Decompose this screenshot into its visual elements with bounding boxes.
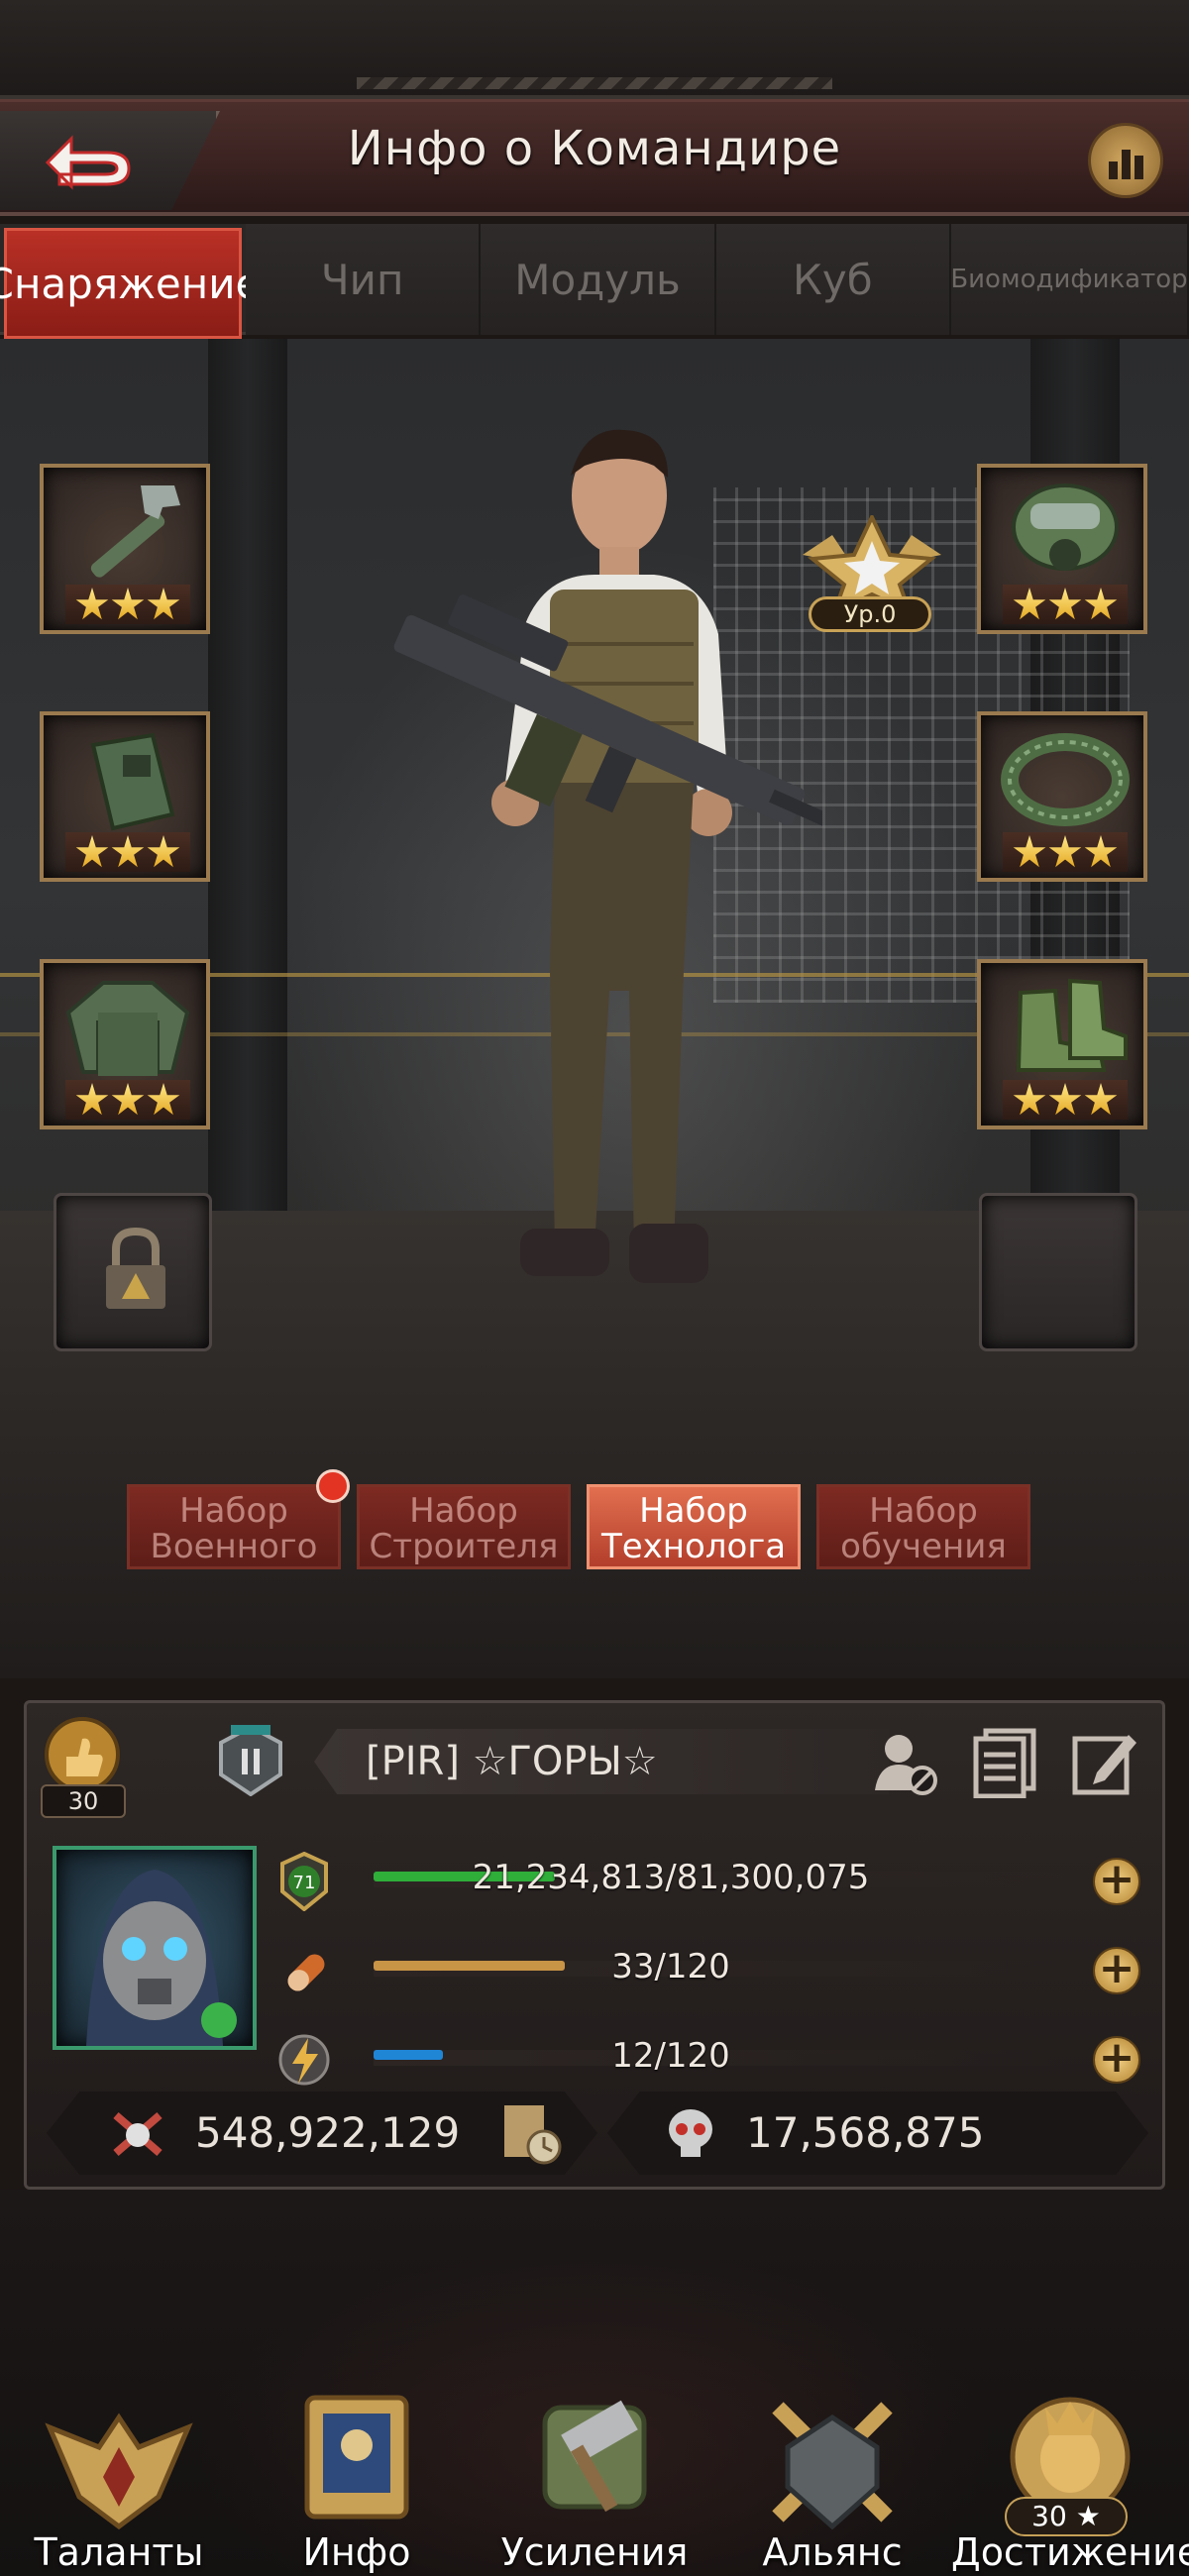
set-label-line1: Набор	[179, 1491, 288, 1531]
stamina-row: 33/120 +	[274, 1941, 1140, 1996]
alliance-rank-icon[interactable]	[215, 1725, 286, 1796]
tab-chip[interactable]: Чип	[246, 224, 482, 335]
rank-level-label: Ур.0	[809, 596, 931, 632]
star-rating	[1003, 832, 1128, 872]
power-value: 548,922,129	[195, 2108, 461, 2157]
talents-eagle-icon	[45, 2413, 193, 2530]
set-label-line2: обучения	[840, 1527, 1007, 1566]
nav-alliance[interactable]: Альянс	[713, 2388, 951, 2576]
avatar[interactable]	[53, 1846, 257, 2050]
crossed-swords-icon	[772, 2402, 893, 2530]
tab-equipment[interactable]: Снаряжение	[0, 228, 261, 339]
kills-value: 17,568,875	[746, 2108, 985, 2157]
page-title: Инфо о Командире	[347, 121, 842, 176]
experience-row: 71 21,234,813/81,300,075 +	[274, 1852, 1140, 1911]
bar-chart-icon[interactable]	[1088, 123, 1163, 198]
set-label-line1: Набор	[869, 1491, 978, 1531]
player-name: [PIR] ☆ГОРЫ☆	[314, 1729, 889, 1794]
set-label-line1: Набор	[409, 1491, 518, 1531]
hammer-icon	[542, 2400, 647, 2513]
set-label-line2: Военного	[150, 1527, 318, 1566]
set-training[interactable]: Набор обучения	[816, 1484, 1030, 1569]
jacket-icon	[65, 981, 190, 1076]
nav-achievement[interactable]: Достижение	[951, 2388, 1189, 2576]
energy-value: 12/120	[611, 2036, 730, 2076]
tab-cube[interactable]: Куб	[715, 224, 951, 335]
wrench-icon	[90, 485, 180, 578]
stamina-pill-icon	[287, 1954, 325, 1991]
robot-avatar-icon	[86, 1870, 237, 2046]
hero-level-badge-icon: 71	[280, 1852, 328, 1911]
player-level: 30	[41, 1784, 126, 1818]
gas-mask-icon	[1012, 483, 1119, 571]
commander-info-panel: 30 [PIR] ☆ГОРЫ☆ 71 21,234,813/81,300,075…	[24, 1700, 1165, 2190]
info-shield-icon	[304, 2395, 409, 2520]
add-stamina-button[interactable]: +	[1093, 1947, 1140, 1994]
log-list-icon[interactable]	[970, 1727, 1041, 1798]
star-rating	[65, 585, 190, 624]
hero-level: 71	[293, 1873, 316, 1893]
star-rating	[65, 832, 190, 872]
nav-talents[interactable]: Таланты	[0, 2388, 238, 2576]
add-energy-button[interactable]: +	[1093, 2036, 1140, 2084]
ring-icon	[1001, 733, 1130, 826]
lock-icon	[106, 1227, 165, 1309]
rank-badge[interactable]: Ур.0	[793, 512, 951, 634]
equip-slot-armor[interactable]	[40, 711, 210, 882]
nav-label: Усиления	[500, 2530, 689, 2574]
tab-bar: Снаряжение Чип Модуль Куб Биомодификатор	[0, 224, 1189, 339]
app-root: Инфо о Командире Снаряжение Чип Модуль К…	[0, 0, 1189, 2576]
equip-slot-boots[interactable]	[977, 959, 1147, 1129]
thumbs-up-badge-icon[interactable]	[39, 1717, 128, 1792]
armor-plate-icon	[90, 732, 175, 831]
energy-lightning-icon	[278, 2034, 330, 2086]
experience-value: 21,234,813/81,300,075	[472, 1858, 870, 1897]
energy-row: 12/120 +	[274, 2030, 1140, 2086]
power-fist-icon	[113, 2111, 162, 2157]
equip-slot-ring[interactable]	[977, 711, 1147, 882]
skull-icon	[669, 2109, 712, 2157]
equipment-sets: Набор Военного Набор Строителя Набор Тех…	[127, 1469, 1030, 1569]
nav-label: Таланты	[34, 2530, 204, 2574]
star-rating	[65, 1080, 190, 1120]
equip-slot-empty[interactable]	[979, 1193, 1137, 1351]
star-rating	[1003, 1080, 1128, 1120]
notification-dot	[316, 1469, 350, 1503]
set-label-line2: Строителя	[369, 1527, 559, 1566]
edit-icon[interactable]	[1069, 1727, 1140, 1798]
set-technologist[interactable]: Набор Технолога	[587, 1484, 801, 1569]
nav-label: Инфо	[302, 2530, 411, 2574]
commander-figure	[393, 429, 822, 1283]
top-frame	[0, 0, 1189, 99]
user-block-icon[interactable]	[869, 1727, 940, 1798]
power-details-icon[interactable]	[498, 2101, 564, 2165]
set-label-line2: Технолога	[600, 1527, 787, 1566]
equip-slot-jacket[interactable]	[40, 959, 210, 1129]
boots-icon	[1016, 978, 1128, 1072]
set-label-line1: Набор	[639, 1491, 748, 1531]
equip-slot-mask[interactable]	[977, 464, 1147, 634]
equip-slot-locked[interactable]	[54, 1193, 212, 1351]
nav-boosts[interactable]: Усиления	[476, 2388, 713, 2576]
power-display: 548,922,129	[47, 2092, 597, 2175]
achievement-count-badge: 30 ★	[1005, 2497, 1128, 2536]
star-rating	[1003, 585, 1128, 624]
stamina-value: 33/120	[611, 1947, 730, 1986]
tab-biomodifier[interactable]: Биомодификатор	[950, 224, 1189, 335]
nav-label: Альянс	[762, 2530, 903, 2574]
equip-slot-weapon[interactable]	[40, 464, 210, 634]
add-experience-button[interactable]: +	[1093, 1858, 1140, 1905]
set-military[interactable]: Набор Военного	[127, 1469, 350, 1569]
kills-display: 17,568,875	[607, 2092, 1148, 2175]
nav-label: Достижение	[951, 2530, 1189, 2574]
background-pillar	[208, 339, 287, 1231]
tab-module[interactable]: Модуль	[481, 224, 716, 335]
nav-info[interactable]: Инфо	[238, 2388, 476, 2576]
set-builder[interactable]: Набор Строителя	[357, 1484, 571, 1569]
